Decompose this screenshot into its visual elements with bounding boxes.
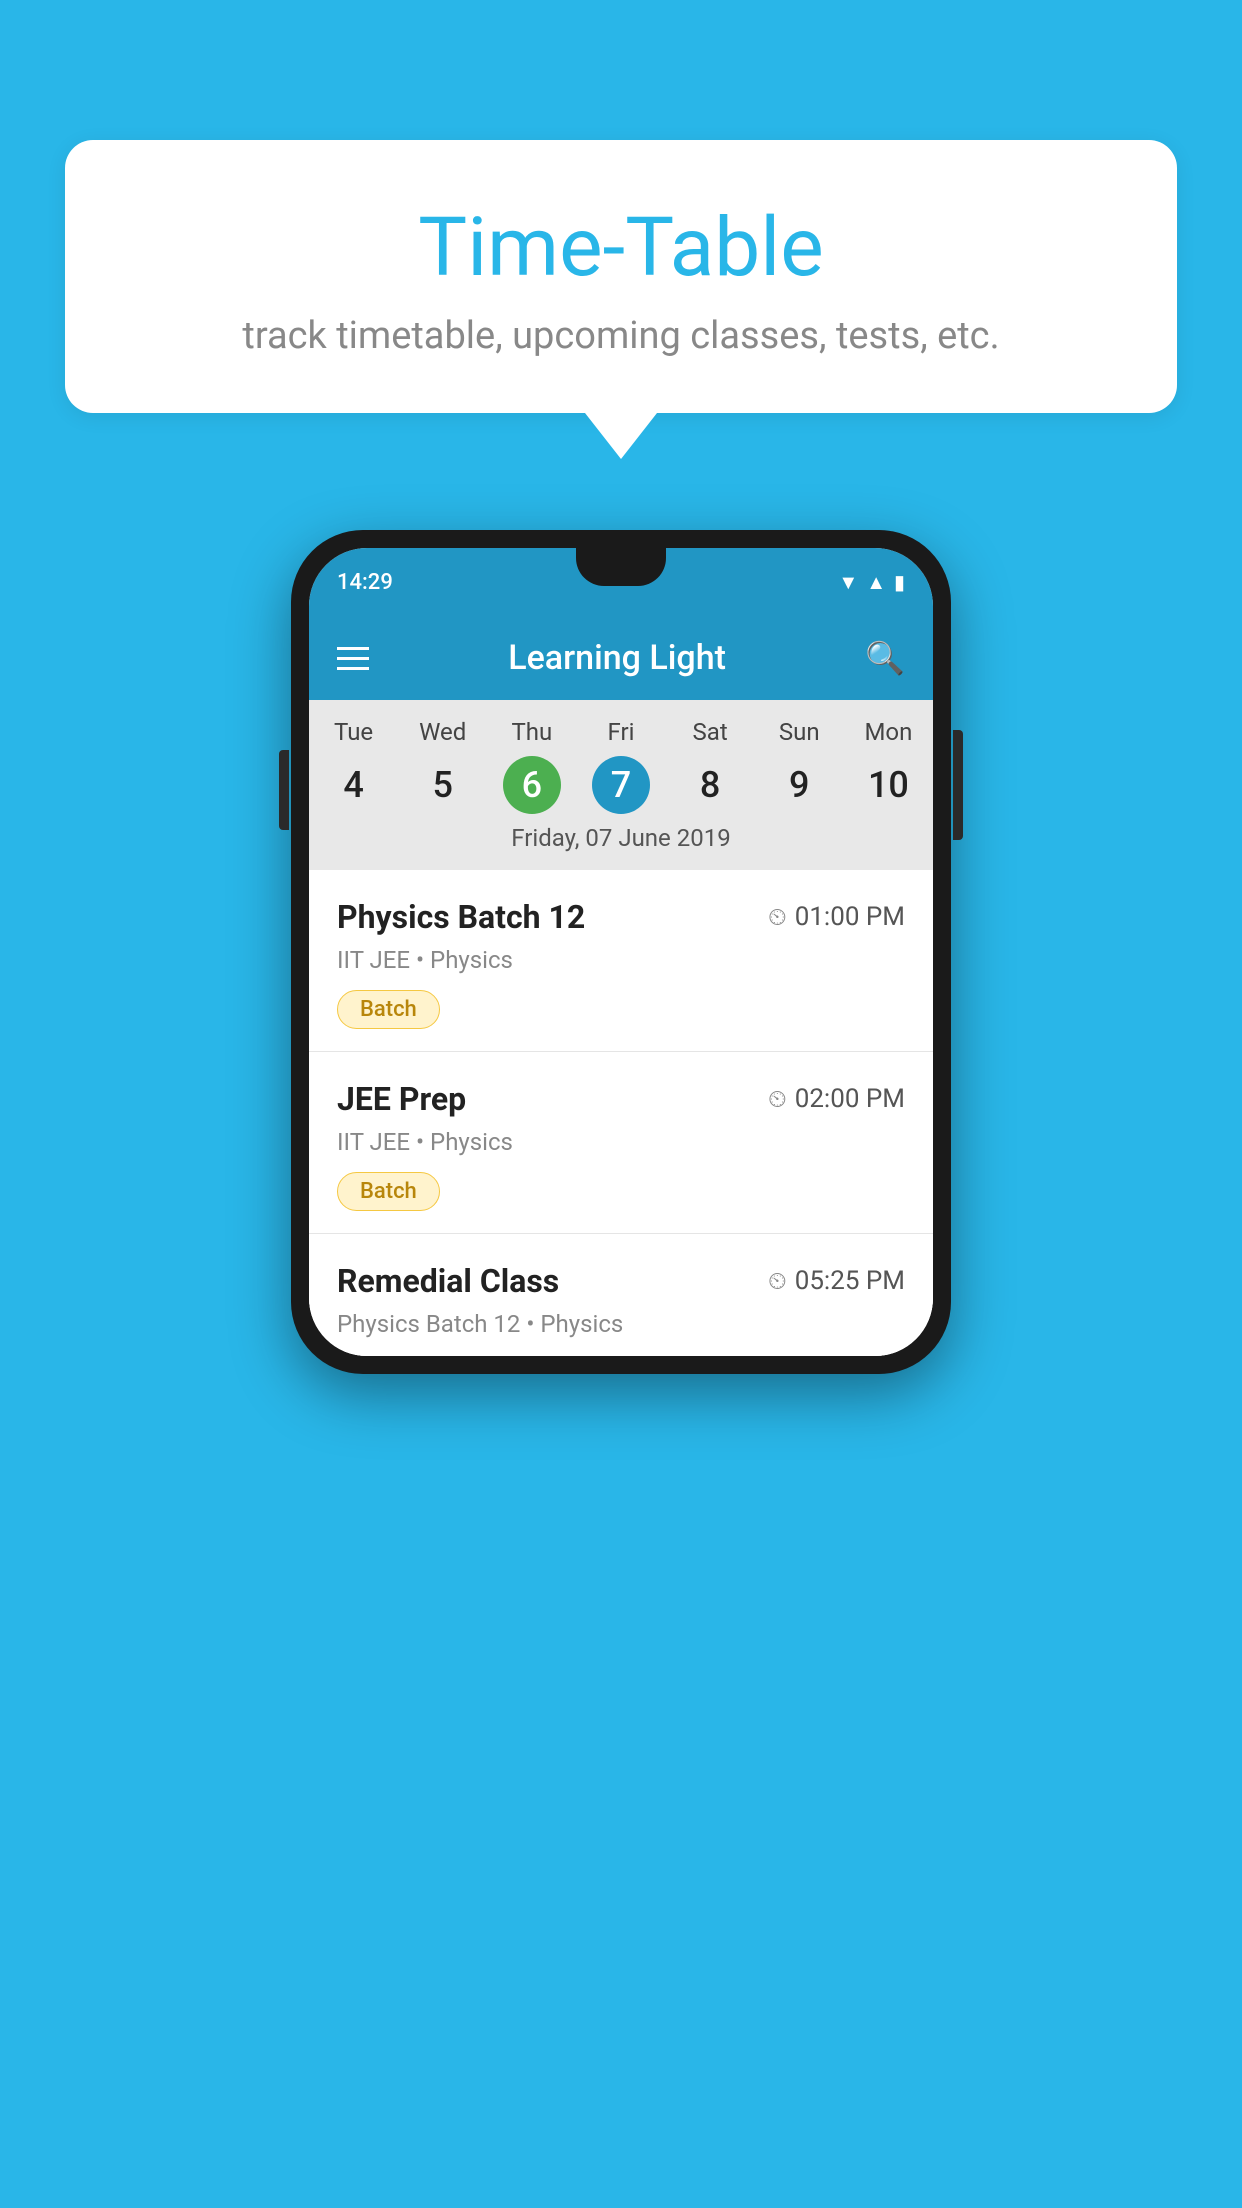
signal-icon: ▲ [866,570,886,595]
batch-badge-2: Batch [337,1172,440,1211]
clock-icon-1: ⏲ [768,903,787,931]
schedule-item-3-time: ⏲ 05:25 PM [768,1266,905,1296]
app-title: Learning Light [508,638,726,678]
clock-icon-3: ⏲ [768,1267,787,1295]
hamburger-menu-button[interactable] [337,647,369,670]
day-header-mon: Mon [844,718,933,746]
day-header-sun: Sun [755,718,844,746]
wifi-icon: ▼ [838,570,858,595]
speech-bubble-container: Time-Table track timetable, upcoming cla… [65,140,1177,459]
schedule-item-3-header: Remedial Class ⏲ 05:25 PM [337,1262,905,1300]
day-8[interactable]: 8 [681,756,739,814]
schedule-item-2-meta: IIT JEE • Physics [337,1128,905,1156]
schedule-item-1-meta: IIT JEE • Physics [337,946,905,974]
day-10[interactable]: 10 [859,756,917,814]
schedule-item-1[interactable]: Physics Batch 12 ⏲ 01:00 PM IIT JEE • Ph… [309,870,933,1052]
schedule-item-1-time-text: 01:00 PM [795,902,905,932]
calendar-strip: Tue Wed Thu Fri Sat Sun Mon 4 5 6 7 8 9 … [309,700,933,870]
schedule-list: Physics Batch 12 ⏲ 01:00 PM IIT JEE • Ph… [309,870,933,1356]
schedule-item-3-time-text: 05:25 PM [795,1266,905,1296]
phone-outer: 14:29 ▼ ▲ ▮ Learning Light 🔍 [291,530,951,1374]
day-numbers: 4 5 6 7 8 9 10 [309,756,933,814]
battery-icon: ▮ [894,570,905,594]
batch-badge-1: Batch [337,990,440,1029]
day-headers: Tue Wed Thu Fri Sat Sun Mon [309,718,933,746]
schedule-item-2-time-text: 02:00 PM [795,1084,905,1114]
day-5[interactable]: 5 [414,756,472,814]
schedule-item-2-name: JEE Prep [337,1080,466,1118]
day-4[interactable]: 4 [325,756,383,814]
schedule-item-1-header: Physics Batch 12 ⏲ 01:00 PM [337,898,905,936]
schedule-item-1-name: Physics Batch 12 [337,898,585,936]
day-6-today[interactable]: 6 [503,756,561,814]
phone-mockup: 14:29 ▼ ▲ ▮ Learning Light 🔍 [291,530,951,1374]
hero-title: Time-Table [135,200,1107,296]
day-header-fri: Fri [576,718,665,746]
schedule-item-2[interactable]: JEE Prep ⏲ 02:00 PM IIT JEE • Physics Ba… [309,1052,933,1234]
status-time: 14:29 [337,570,393,595]
hero-subtitle: track timetable, upcoming classes, tests… [135,314,1107,358]
selected-date: Friday, 07 June 2019 [309,824,933,860]
clock-icon-2: ⏲ [768,1085,787,1113]
day-header-tue: Tue [309,718,398,746]
day-header-thu: Thu [487,718,576,746]
schedule-item-1-time: ⏲ 01:00 PM [768,902,905,932]
phone-screen: 14:29 ▼ ▲ ▮ Learning Light 🔍 [309,548,933,1356]
day-header-wed: Wed [398,718,487,746]
speech-bubble-pointer [585,413,657,459]
speech-bubble: Time-Table track timetable, upcoming cla… [65,140,1177,413]
day-header-sat: Sat [666,718,755,746]
schedule-item-3[interactable]: Remedial Class ⏲ 05:25 PM Physics Batch … [309,1234,933,1356]
status-bar: 14:29 ▼ ▲ ▮ [309,548,933,616]
schedule-item-3-name: Remedial Class [337,1262,559,1300]
day-7-selected[interactable]: 7 [592,756,650,814]
schedule-item-2-header: JEE Prep ⏲ 02:00 PM [337,1080,905,1118]
search-button[interactable]: 🔍 [865,639,905,677]
status-icons: ▼ ▲ ▮ [838,570,905,595]
day-9[interactable]: 9 [770,756,828,814]
app-bar: Learning Light 🔍 [309,616,933,700]
schedule-item-3-meta: Physics Batch 12 • Physics [337,1310,905,1338]
schedule-item-2-time: ⏲ 02:00 PM [768,1084,905,1114]
